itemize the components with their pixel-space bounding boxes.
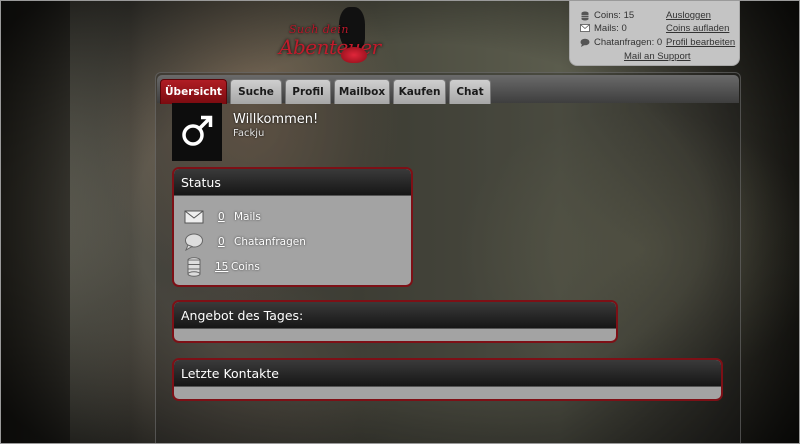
tab-kaufen[interactable]: Kaufen [393,79,446,104]
status-box: Status 0 Mails 0 Chatanfragen 15 Coins [172,167,413,287]
status-row-mails: 0 Mails [184,207,261,227]
mails-count-link[interactable]: 0 [218,211,230,223]
site-logo[interactable]: Such dein Abenteuer [275,5,381,67]
tab-uebersicht[interactable]: Übersicht [160,79,227,104]
tab-bar: Übersicht Suche Profil Mailbox Kaufen Ch… [157,75,739,104]
chatanfragen-count-link[interactable]: 0 [218,236,230,248]
coins-stack-icon [187,257,201,277]
chat-bubble-icon [185,233,203,251]
tab-suche[interactable]: Suche [230,79,282,104]
mails-label: Mails [234,211,261,223]
tab-chat[interactable]: Chat [449,79,491,104]
coins-count-link[interactable]: 15 [215,261,231,273]
mails-status: Mails: 0 [594,23,627,34]
coins-status: Coins: 15 [594,10,635,21]
tab-mailbox[interactable]: Mailbox [334,79,390,104]
user-panel: Coins: 15 Mails: 0 Chatanfragen: 0 Auslo… [569,0,740,66]
coins-row: Coins: 15 [580,9,634,22]
logo-lips-icon [341,47,367,63]
edit-profile-link[interactable]: Profil bearbeiten [666,37,735,48]
contacts-title: Letzte Kontakte [174,360,721,387]
avatar[interactable] [172,103,222,161]
contacts-box: Letzte Kontakte [172,358,723,401]
chatanfragen-status: Chatanfragen: 0 [594,37,663,48]
coins-label: Coins [231,261,260,273]
status-row-chatanfragen: 0 Chatanfragen [184,232,306,252]
male-symbol-icon [182,115,213,146]
mail-icon [184,210,204,224]
coins-icon [580,11,590,21]
support-mail-link[interactable]: Mail an Support [624,51,691,62]
status-row-coins: 15 Coins [184,257,260,277]
coins-topup-link[interactable]: Coins aufladen [666,23,729,34]
mails-row: Mails: 0 [580,22,627,35]
offer-box: Angebot des Tages: [172,300,618,343]
status-title: Status [174,169,411,196]
welcome-title: Willkommen! [233,112,319,127]
offer-title: Angebot des Tages: [174,302,616,329]
mail-icon [580,24,590,33]
chat-bubble-icon [580,38,590,47]
chatanfragen-row: Chatanfragen: 0 [580,36,662,49]
username: Fackju [233,128,265,139]
logout-link[interactable]: Ausloggen [666,10,711,21]
tab-profil[interactable]: Profil [285,79,331,104]
chatanfragen-label: Chatanfragen [234,236,306,248]
